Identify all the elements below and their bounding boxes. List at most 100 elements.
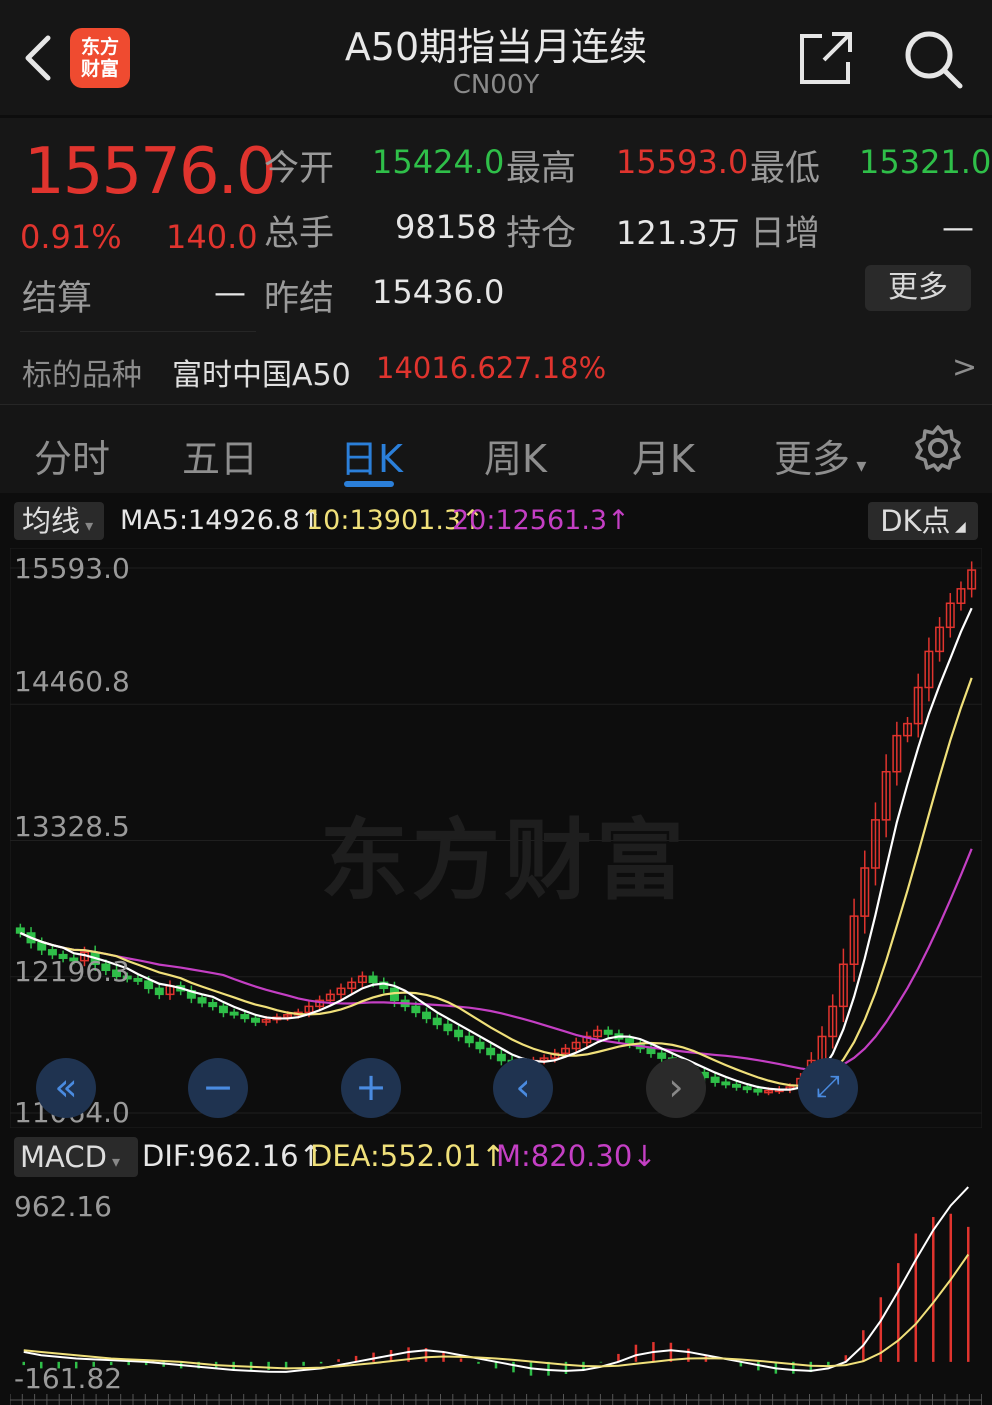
dropdown-caret-icon: ▾: [80, 516, 94, 535]
candle-body: [475, 1041, 485, 1050]
volume-label: 总手: [264, 214, 335, 254]
underlying-price: 14016.62: [376, 351, 515, 385]
dropdown-caret-icon: ▾: [850, 453, 867, 477]
dk-point-button[interactable]: DK点 ◢: [868, 502, 978, 540]
gear-icon[interactable]: [914, 424, 962, 472]
candle-body: [411, 1005, 421, 1014]
contract-code: CN00Y: [452, 70, 540, 100]
low-label: 最低: [750, 149, 821, 189]
logo-text-line1: 东方: [80, 36, 119, 58]
macd-select[interactable]: MACD ▾: [14, 1137, 138, 1177]
candle-body: [422, 1011, 432, 1020]
dropdown-caret-icon: ▾: [106, 1152, 121, 1171]
dk-point-label: DK点: [880, 504, 951, 538]
candle-body: [432, 1017, 442, 1026]
divider: [20, 331, 256, 332]
daily-increase-value: —: [942, 208, 974, 246]
logo-text-line2: 财富: [80, 58, 119, 80]
y-tick-label: 14460.8: [14, 665, 130, 698]
candle-body: [603, 1029, 613, 1035]
indicator-select-label: 均线: [22, 504, 81, 538]
open-interest-label: 持仓: [506, 214, 577, 254]
tab-five-day[interactable]: 五日: [182, 428, 258, 483]
macd-chart[interactable]: [10, 1182, 982, 1405]
candle-body: [154, 987, 164, 996]
tab-daily-k[interactable]: 日K: [340, 428, 403, 483]
fullscreen-icon[interactable]: ⤢: [798, 1058, 858, 1118]
candle-body: [486, 1047, 496, 1056]
dif-line: [23, 1186, 969, 1373]
watermark: 东方财富: [320, 809, 689, 912]
low-value: 15321.0: [859, 143, 992, 181]
ma20-value: 20:12561.3: [452, 505, 608, 536]
scroll-left-icon[interactable]: ‹: [493, 1058, 553, 1118]
candle-body: [197, 997, 207, 1004]
candle-body: [144, 980, 154, 990]
dea-line: [23, 1253, 970, 1370]
candle-body: [721, 1081, 731, 1086]
zoom-out-icon[interactable]: −: [188, 1058, 248, 1118]
open-value: 15424.0: [372, 143, 505, 181]
more-quote-button[interactable]: 更多: [865, 265, 971, 311]
candle-body: [657, 1052, 667, 1059]
scroll-right-icon[interactable]: ›: [646, 1058, 706, 1118]
candle-body: [464, 1035, 474, 1044]
back-arrow-icon[interactable]: [18, 30, 58, 86]
prev-settle-value: 15436.0: [372, 273, 505, 311]
candle-body: [47, 949, 57, 956]
indicator-select[interactable]: 均线 ▾: [14, 502, 104, 540]
macd-m-legend: M:820.30↓: [496, 1139, 657, 1173]
dea-legend: DEA:552.01↑: [310, 1139, 506, 1173]
candle-body: [443, 1023, 453, 1032]
y-tick-label: 12196.3: [14, 955, 130, 988]
last-price: 15576.0: [24, 135, 277, 209]
candle-body: [229, 1011, 239, 1016]
dif-legend: DIF:962.16↑: [142, 1139, 323, 1173]
up-arrow-icon: ↑: [607, 505, 630, 536]
candle-body: [732, 1083, 741, 1088]
macd-m-value: M:820.30: [496, 1139, 633, 1173]
tab-more[interactable]: 更多 ▾: [774, 428, 866, 483]
tab-monthly-k[interactable]: 月K: [632, 428, 695, 483]
page-title: A50期指当月连续: [344, 25, 648, 69]
settle-label: 结算: [22, 279, 93, 319]
ma5-legend: MA5:14926.8↑: [120, 505, 322, 536]
open-interest-value: 121.3万: [616, 214, 740, 252]
volume-value: 98158: [395, 208, 497, 246]
daily-increase-label: 日增: [750, 214, 821, 254]
candle-body: [710, 1076, 720, 1083]
y-tick-label: 15593.0: [14, 552, 130, 585]
macd-y-tick-label: 962.16: [14, 1190, 112, 1223]
candle-body: [742, 1086, 752, 1091]
candle-body: [454, 1029, 464, 1038]
candle-body: [133, 977, 143, 982]
high-label: 最高: [506, 149, 577, 189]
chevron-right-icon[interactable]: >: [952, 350, 977, 385]
candle-body: [646, 1047, 656, 1055]
underlying-name: 富时中国A50: [172, 358, 351, 393]
corner-caret-icon: ◢: [950, 519, 966, 535]
down-arrow-icon: ↓: [632, 1139, 657, 1173]
candle-body: [368, 975, 378, 984]
y-tick-label: 13328.5: [14, 810, 130, 843]
active-tab-indicator: [344, 481, 394, 487]
app-logo: 东方 财富: [70, 28, 130, 88]
underlying-change-percent: 7.18%: [514, 351, 607, 385]
change-percent: 0.91%: [20, 218, 122, 256]
dea-value: DEA:552.01: [310, 1139, 482, 1173]
zoom-in-icon[interactable]: +: [341, 1058, 401, 1118]
candle-body: [251, 1017, 260, 1023]
search-icon[interactable]: [902, 28, 964, 90]
underlying-label: 标的品种: [22, 358, 142, 393]
candle-body: [753, 1088, 763, 1093]
dif-value: DIF:962.16: [142, 1139, 299, 1173]
candle-body: [496, 1053, 506, 1062]
candle-body: [15, 927, 25, 934]
tab-intraday[interactable]: 分时: [34, 428, 110, 483]
tab-weekly-k[interactable]: 周K: [484, 428, 547, 483]
open-label: 今开: [264, 149, 335, 189]
scroll-left-fast-icon[interactable]: «: [36, 1058, 96, 1118]
share-icon[interactable]: [796, 30, 856, 86]
candle-body: [625, 1038, 635, 1045]
macd-select-label: MACD: [20, 1140, 107, 1174]
